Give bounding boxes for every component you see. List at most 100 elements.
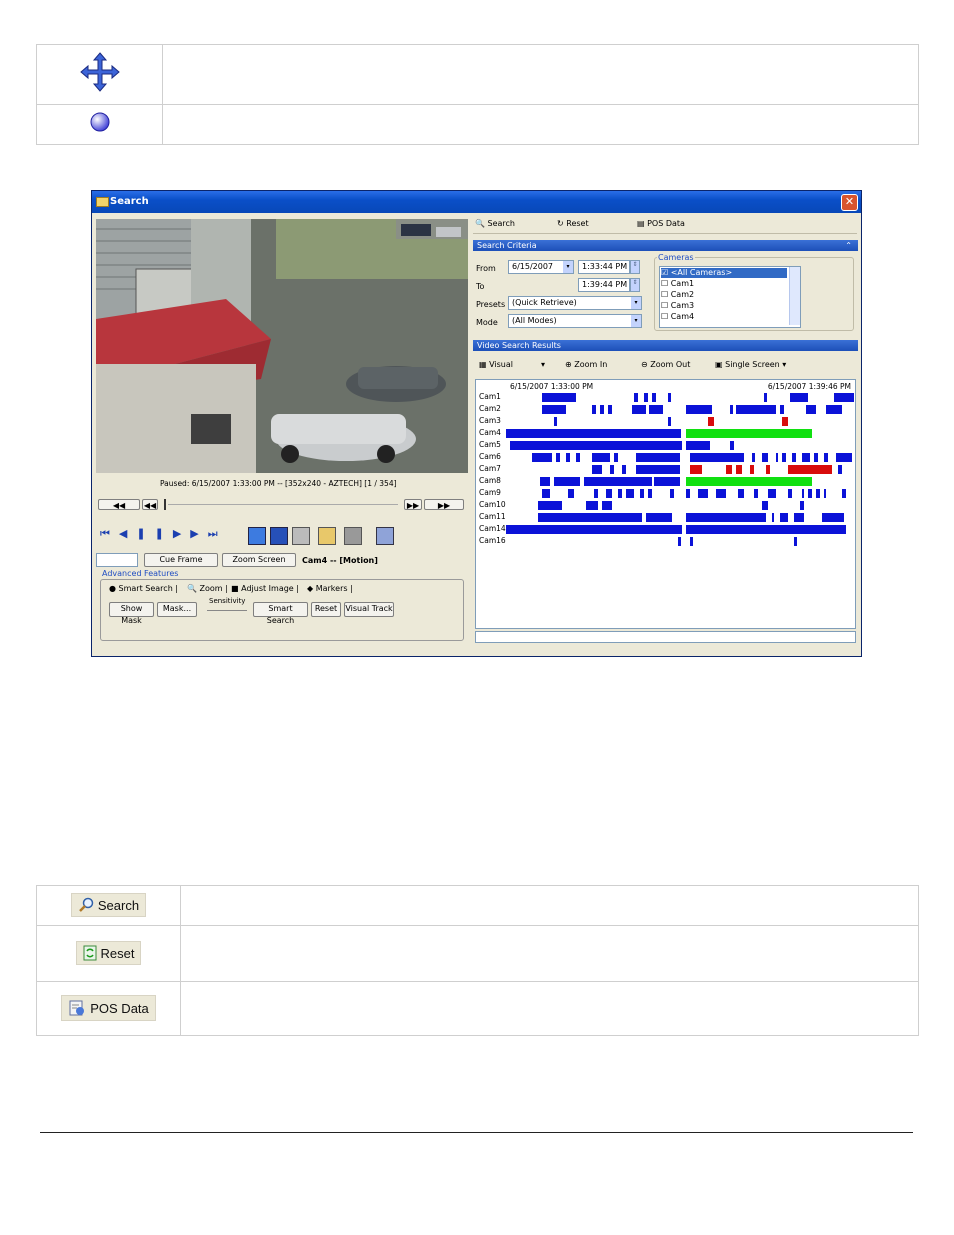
- timeline-activity-bar[interactable]: [776, 453, 778, 462]
- step-forward-icon[interactable]: ▶: [190, 527, 207, 540]
- camera-item[interactable]: ☐ Cam4: [661, 312, 694, 322]
- timeline-activity-bar[interactable]: [538, 501, 562, 510]
- pos-data-toolbar-button[interactable]: ▤ POS Data: [637, 219, 685, 228]
- timeline-activity-bar[interactable]: [802, 453, 810, 462]
- timeline-activity-bar[interactable]: [646, 513, 672, 522]
- timeline-activity-bar[interactable]: [686, 477, 812, 486]
- timeline-activity-bar[interactable]: [752, 453, 755, 462]
- timeline-activity-bar[interactable]: [838, 465, 842, 474]
- presets-select[interactable]: (Quick Retrieve) ▾: [508, 296, 642, 310]
- timeline-activity-bar[interactable]: [670, 489, 674, 498]
- play-icon[interactable]: ▶: [173, 527, 190, 540]
- timeline-activity-bar[interactable]: [782, 417, 788, 426]
- timeline-activity-bar[interactable]: [750, 465, 754, 474]
- playback-slider[interactable]: ◀◀ ◀◀ ▶▶ ▶▶: [98, 499, 464, 513]
- timeline-activity-bar[interactable]: [764, 393, 767, 402]
- timeline-activity-bar[interactable]: [794, 513, 804, 522]
- timeline-activity-bar[interactable]: [788, 465, 832, 474]
- timeline-activity-bar[interactable]: [822, 513, 844, 522]
- mode-select[interactable]: (All Modes) ▾: [508, 314, 642, 328]
- timeline-activity-bar[interactable]: [824, 453, 828, 462]
- timeline-activity-bar[interactable]: [716, 489, 726, 498]
- forward-button[interactable]: ▶▶: [404, 499, 422, 510]
- from-date-field[interactable]: 6/15/2007 ▾: [508, 260, 574, 274]
- timeline-activity-bar[interactable]: [540, 477, 550, 486]
- timeline-activity-bar[interactable]: [538, 513, 642, 522]
- first-frame-icon[interactable]: ⏮: [100, 527, 119, 540]
- timeline-activity-bar[interactable]: [592, 405, 596, 414]
- timeline-activity-bar[interactable]: [772, 513, 774, 522]
- smart-search-button[interactable]: Smart Search: [253, 602, 308, 625]
- timeline-activity-bar[interactable]: [644, 393, 648, 402]
- timeline-activity-bar[interactable]: [640, 489, 644, 498]
- timeline-activity-bar[interactable]: [690, 537, 693, 546]
- timeline-activity-bar[interactable]: [686, 489, 690, 498]
- step-back-icon[interactable]: ◀: [119, 527, 136, 540]
- timeline-activity-bar[interactable]: [542, 393, 552, 402]
- timeline-activity-bar[interactable]: [686, 441, 710, 450]
- timeline-activity-bar[interactable]: [790, 393, 808, 402]
- timeline-activity-bar[interactable]: [552, 393, 576, 402]
- visual-dropdown[interactable]: ▦ Visual ▾: [479, 360, 545, 369]
- tab-markers[interactable]: ◆ Markers |: [307, 584, 353, 593]
- timeline-activity-bar[interactable]: [506, 525, 682, 534]
- timeline-activity-bar[interactable]: [610, 465, 614, 474]
- timeline-activity-bar[interactable]: [678, 537, 681, 546]
- forward-fast-button[interactable]: ▶▶: [424, 499, 464, 510]
- timeline-activity-bar[interactable]: [806, 405, 816, 414]
- timeline-activity-bar[interactable]: [626, 489, 634, 498]
- snapshot-icon[interactable]: [344, 527, 362, 545]
- timeline-activity-bar[interactable]: [594, 489, 598, 498]
- timeline-activity-bar[interactable]: [510, 441, 682, 450]
- timeline-activity-bar[interactable]: [690, 465, 702, 474]
- rewind-button[interactable]: ◀◀: [142, 499, 158, 510]
- close-icon[interactable]: ✕: [841, 194, 858, 211]
- timeline-activity-bar[interactable]: [506, 429, 681, 438]
- tab-adjust-image[interactable]: ■ Adjust Image |: [231, 584, 299, 593]
- timeline-activity-bar[interactable]: [738, 489, 744, 498]
- presentation-icon[interactable]: [376, 527, 394, 545]
- tab-zoom[interactable]: 🔍 Zoom |: [187, 584, 228, 593]
- save-icon[interactable]: [270, 527, 288, 545]
- camera-list-scrollbar[interactable]: [789, 267, 800, 325]
- slider-thumb[interactable]: [164, 499, 166, 510]
- timeline-activity-bar[interactable]: [649, 405, 663, 414]
- advanced-features-link[interactable]: Advanced Features: [102, 569, 178, 578]
- timeline-activity-bar[interactable]: [698, 489, 708, 498]
- timeline-activity-bar[interactable]: [848, 453, 852, 462]
- search-criteria-header[interactable]: Search Criteria ⌃: [473, 240, 858, 251]
- timeline-activity-bar[interactable]: [842, 489, 846, 498]
- single-screen-dropdown[interactable]: ▣ Single Screen ▾: [715, 360, 786, 369]
- timeline-activity-bar[interactable]: [788, 489, 792, 498]
- timeline-activity-bar[interactable]: [814, 453, 818, 462]
- timeline-activity-bar[interactable]: [542, 405, 566, 414]
- timeline-activity-bar[interactable]: [826, 405, 842, 414]
- timeline-activity-bar[interactable]: [568, 489, 574, 498]
- timeline-activity-bar[interactable]: [556, 453, 560, 462]
- timeline-activity-bar[interactable]: [754, 489, 758, 498]
- camera-item[interactable]: ☐ Cam1: [661, 279, 694, 289]
- timeline-activity-bar[interactable]: [708, 417, 714, 426]
- camera-item[interactable]: ☐ Cam2: [661, 290, 694, 300]
- tab-smart-search[interactable]: ● Smart Search |: [109, 584, 178, 593]
- timeline-activity-bar[interactable]: [636, 465, 680, 474]
- timeline-activity-bar[interactable]: [608, 405, 612, 414]
- timeline-activity-bar[interactable]: [768, 489, 776, 498]
- timeline-activity-bar[interactable]: [654, 477, 680, 486]
- timeline-activity-bar[interactable]: [602, 501, 612, 510]
- timeline-activity-bar[interactable]: [780, 405, 784, 414]
- last-frame-icon[interactable]: ⏭: [208, 527, 227, 540]
- timeline-activity-bar[interactable]: [652, 393, 656, 402]
- export-icon[interactable]: [248, 527, 266, 545]
- timeline-activity-bar[interactable]: [792, 453, 796, 462]
- timeline-activity-bar[interactable]: [554, 477, 580, 486]
- timeline-activity-bar[interactable]: [766, 465, 770, 474]
- timeline-activity-bar[interactable]: [800, 501, 804, 510]
- timeline-activity-bar[interactable]: [730, 441, 734, 450]
- timeline-activity-bar[interactable]: [554, 417, 557, 426]
- timeline-activity-bar[interactable]: [632, 405, 646, 414]
- reset-toolbar-button[interactable]: ↻ Reset: [557, 219, 589, 228]
- to-time-field[interactable]: 1:39:44 PM: [578, 278, 630, 292]
- timeline-panel[interactable]: 6/15/2007 1:33:00 PM 6/15/2007 1:39:46 P…: [475, 379, 856, 629]
- timeline-activity-bar[interactable]: [584, 477, 652, 486]
